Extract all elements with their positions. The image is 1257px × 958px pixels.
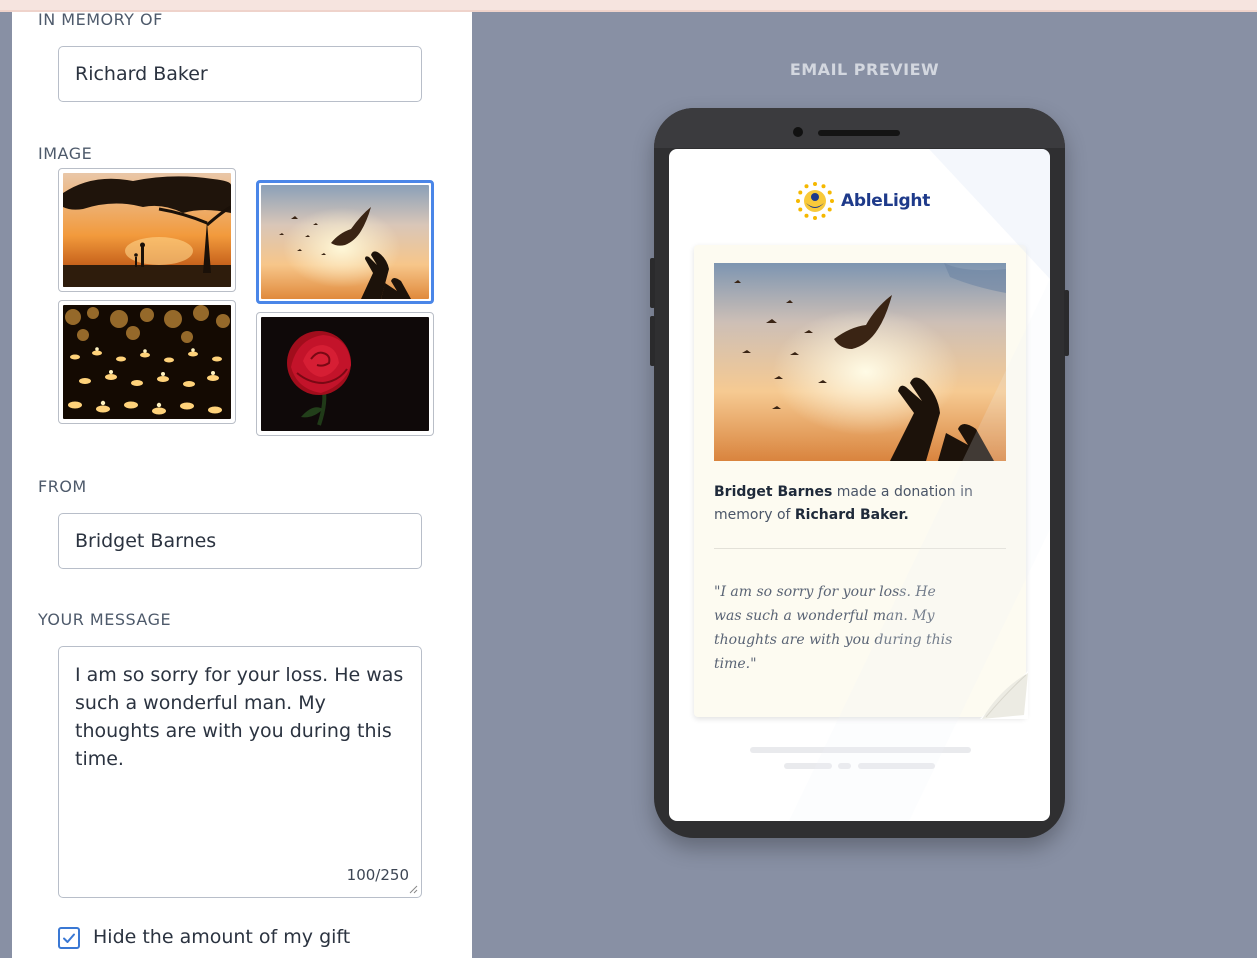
message-value: I am so sorry for your loss. He was such… [75, 664, 404, 770]
image-option-dove[interactable] [256, 180, 434, 304]
phone-camera [793, 127, 803, 137]
image-option-sunset-tree[interactable] [58, 168, 236, 292]
phone-volume-down [650, 316, 655, 366]
candles-image [63, 305, 231, 419]
hide-amount-checkbox[interactable] [58, 927, 80, 949]
phone-speaker [818, 130, 900, 136]
resize-grip-icon[interactable] [408, 884, 418, 894]
rose-image [261, 317, 429, 431]
email-preview-title: EMAIL PREVIEW [789, 60, 940, 79]
phone-bezel-top [654, 108, 1065, 148]
hide-amount-label: Hide the amount of my gift [93, 926, 351, 948]
from-label: FROM [38, 477, 87, 496]
in-memory-of-label: IN MEMORY OF [38, 10, 163, 29]
from-input[interactable]: Bridget Barnes [58, 513, 422, 569]
from-value: Bridget Barnes [75, 530, 217, 552]
phone-power-button [1064, 290, 1069, 356]
your-message-label: YOUR MESSAGE [38, 610, 172, 629]
top-border-strip [0, 0, 1257, 12]
checkbox-check-icon [63, 933, 75, 943]
character-counter: 100/250 [346, 866, 409, 884]
image-label: IMAGE [38, 144, 93, 163]
screen-glare [789, 149, 1050, 821]
phone-volume-up [650, 258, 655, 308]
in-memory-of-input[interactable]: Richard Baker [58, 46, 422, 102]
email-screen: AbleLight Bridget Barnes made a donation… [669, 149, 1050, 821]
phone-mockup: AbleLight Bridget Barnes made a donation… [654, 108, 1065, 838]
dove-image [261, 185, 429, 299]
left-gutter [0, 12, 12, 958]
image-option-rose[interactable] [256, 312, 434, 436]
sunset-tree-image [63, 173, 231, 287]
message-textarea[interactable]: I am so sorry for your loss. He was such… [58, 646, 422, 898]
image-option-candles[interactable] [58, 300, 236, 424]
in-memory-of-value: Richard Baker [75, 63, 208, 85]
